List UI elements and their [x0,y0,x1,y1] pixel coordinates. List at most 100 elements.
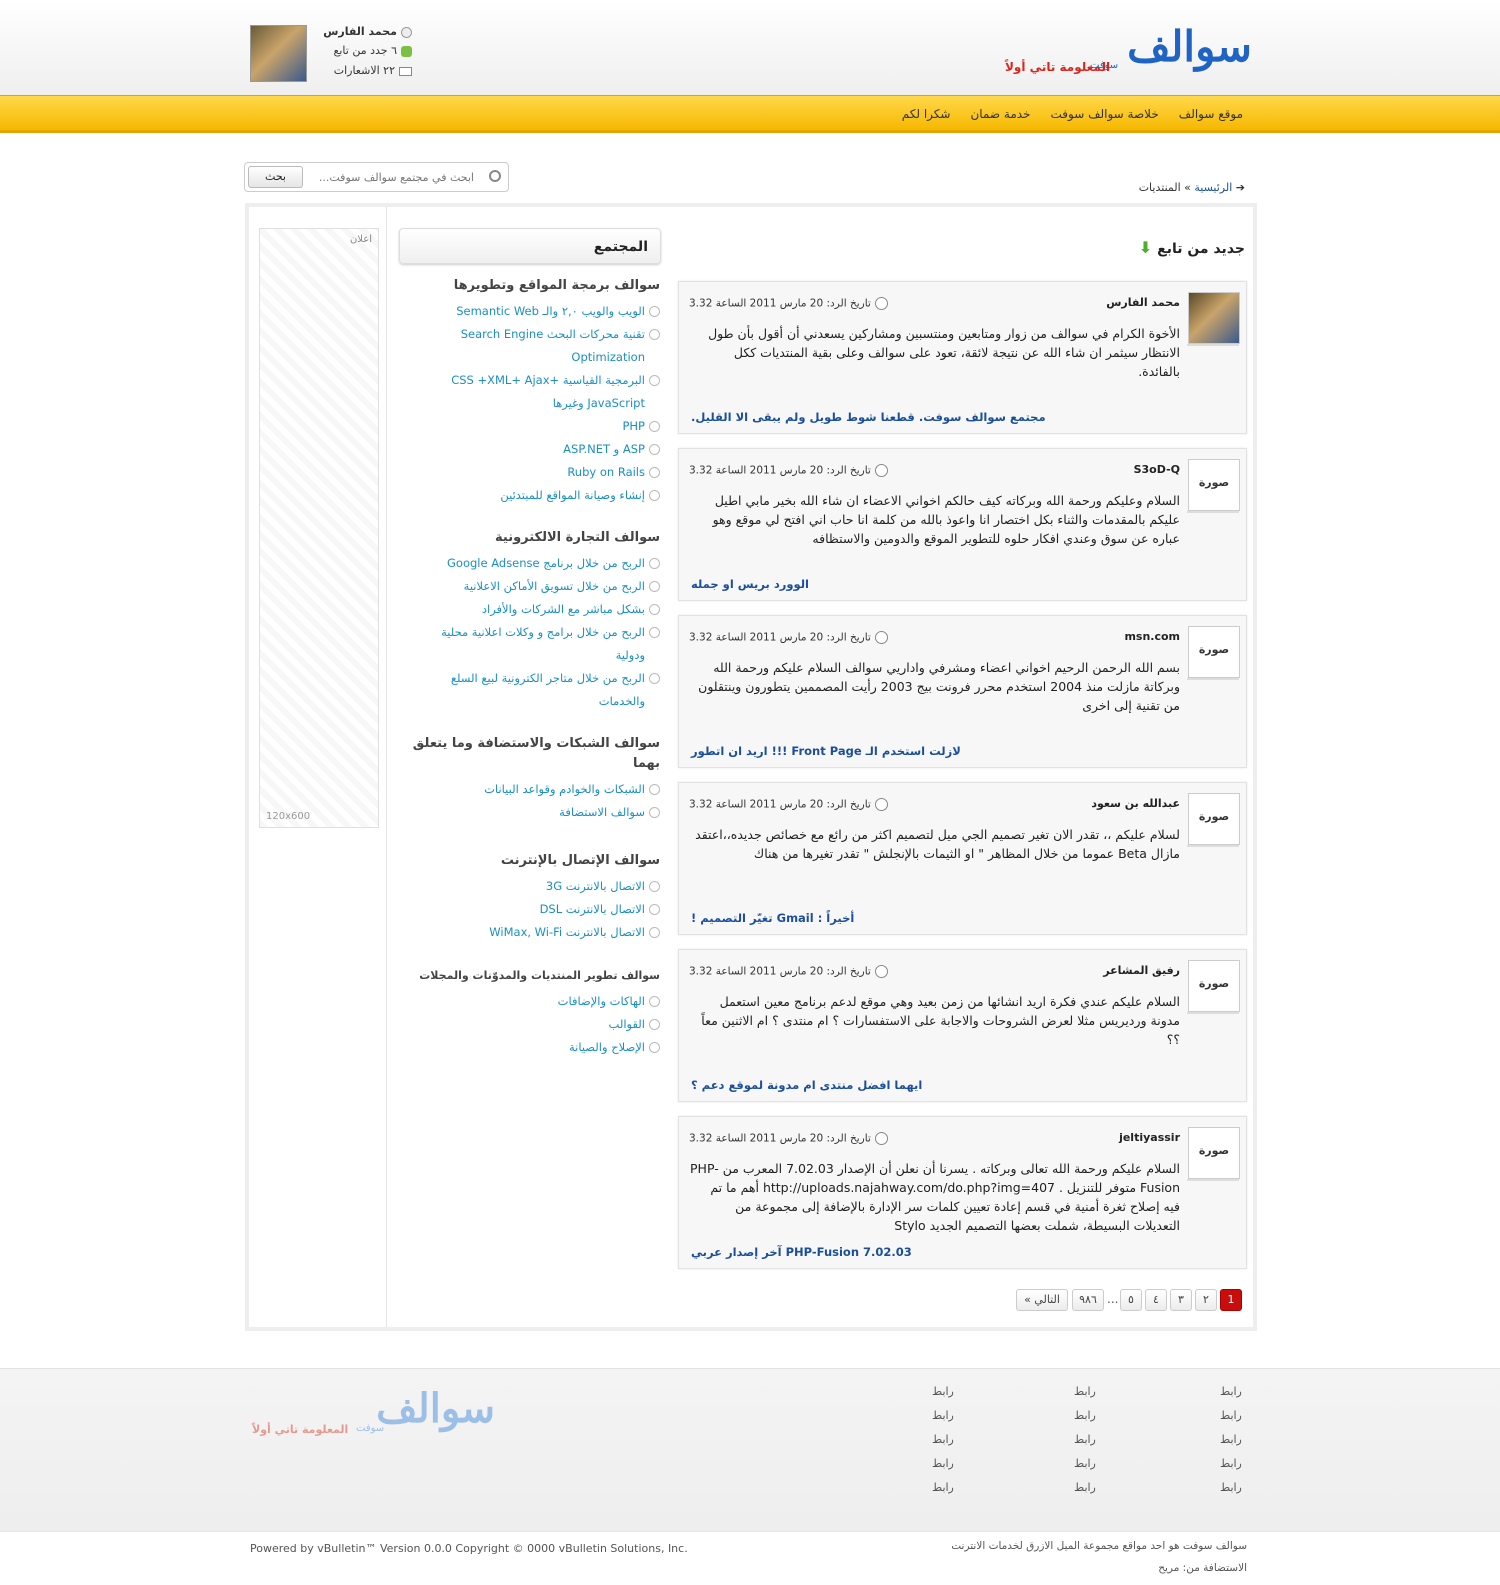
footer-logo-tagline: المعلومة تاتي أولاً [252,1423,349,1436]
footer-link[interactable]: رابط [1220,1409,1242,1422]
user-name-row[interactable]: محمد الفارس [323,25,412,38]
avatar-placeholder-label: صورة [1198,643,1230,656]
author-avatar[interactable]: صورة [1187,793,1240,847]
community-group-forums: سوالف تطوير المنتديات والمدوّنات والمجلا… [410,966,660,1059]
post-title-link[interactable]: الوورد بريس او جمله [691,577,809,591]
clock-icon [874,798,888,811]
post-card: صورة S3oD-Q تاريخ الرد: 20 مارس 2011 الس… [678,448,1247,601]
post-author[interactable]: msn.com [1124,630,1180,643]
post-title-link[interactable]: لازلت استخدم الـ Front Page !!! اريد ان … [691,744,961,758]
post-date: تاريخ الرد: 20 مارس 2011 الساعة 3.32 [689,631,888,644]
page-current[interactable]: 1 [1220,1289,1242,1311]
search-button[interactable]: بحث [248,166,303,188]
ad-banner[interactable]: اعلان 120x600 [259,228,379,828]
post-author[interactable]: محمد الفارس [1106,296,1180,309]
network-text: سوالف سوفت هو احد مواقع مجموعة الميل الا… [951,1540,1247,1552]
avatar-placeholder-label: صورة [1198,977,1230,990]
forum-link[interactable]: الربح من خلال تسويق الأماكن الاعلانية [410,575,660,598]
footer-link[interactable]: رابط [1074,1409,1096,1422]
page-link[interactable]: ٥ [1120,1289,1142,1311]
post-title-link[interactable]: أخيراً : Gmail تغيّر التصميم ! [691,911,854,925]
page-last[interactable]: ٩٨٦ [1072,1289,1104,1311]
post-title-link[interactable]: مجتمع سوالف سوفت. قطعنا شوط طويل ولم يبق… [691,410,1046,424]
feed-title: جديد من تابع ⬇ [1138,238,1245,257]
footer-link[interactable]: رابط [1074,1433,1096,1446]
clock-icon [874,631,888,644]
avatar[interactable] [250,25,307,82]
search-input[interactable] [309,167,479,187]
post-author[interactable]: jeltiyassir [1119,1131,1180,1144]
nav-item-digest[interactable]: خلاصة سوالف سوفت [1050,107,1158,121]
avatar-placeholder-label: صورة [1198,476,1230,489]
ad-label: اعلان [349,234,372,245]
hosting-text[interactable]: الاستضافة من: مريح [1158,1562,1247,1574]
footer-link[interactable]: رابط [932,1409,954,1422]
post-author[interactable]: رفيق المشاعر [1103,964,1180,977]
back-arrow-icon[interactable]: ➔ [1236,181,1245,194]
page-link[interactable]: ٢ [1195,1289,1217,1311]
post-author[interactable]: عبدالله بن سعود [1091,797,1180,810]
post-title-link[interactable]: ايهما افضل منتدى ام مدونة لموقع دعم ؟ [691,1078,922,1092]
avatar-placeholder-label: صورة [1198,810,1230,823]
footer-link[interactable]: رابط [1074,1481,1096,1494]
breadcrumb-home[interactable]: الرئيسية [1194,181,1232,194]
post-card: صورة رفيق المشاعر تاريخ الرد: 20 مارس 20… [678,949,1247,1102]
community-group-webdev: سوالف برمجة المواقع وتطويرها الويب والوي… [410,276,660,507]
forum-link[interactable]: PHP [410,415,660,438]
page-link[interactable]: ٤ [1145,1289,1167,1311]
notifications-count: ٢٢ الاشعارات [333,64,395,77]
forum-link[interactable]: تقنية محركات البحث Search Engine Optimiz… [410,323,660,369]
forum-link[interactable]: الربح من خلال برنامج Google Adsense [410,552,660,575]
forum-link[interactable]: Ruby on Rails [410,461,660,484]
author-avatar[interactable]: صورة [1187,1127,1240,1181]
author-avatar[interactable]: صورة [1187,960,1240,1014]
new-follow-row[interactable]: ٦ جدد من تابع [334,44,412,57]
author-avatar[interactable]: صورة [1187,626,1240,680]
new-follow-count: ٦ جدد من تابع [333,44,397,57]
nav-item-thanks[interactable]: شكرا لكم [902,107,951,121]
forum-link[interactable]: بشكل مباشر مع الشركات والأفراد [410,598,660,621]
post-body: السلام عليكم ورحمة الله تعالى وبركاته . … [690,1161,1180,1233]
footer-link[interactable]: رابط [1220,1385,1242,1398]
post-date: تاريخ الرد: 20 مارس 2011 الساعة 3.32 [689,965,888,978]
footer-link[interactable]: رابط [932,1481,954,1494]
page-next[interactable]: التالي » [1016,1289,1068,1311]
post-card: صورة jeltiyassir تاريخ الرد: 20 مارس 201… [678,1116,1247,1269]
forum-link[interactable]: الاتصال بالانترنت 3G [410,875,660,898]
nav-item-guarantee[interactable]: خدمة ضمان [970,107,1030,121]
footer-link[interactable]: رابط [932,1433,954,1446]
footer-link[interactable]: رابط [1220,1433,1242,1446]
forum-link[interactable]: الإصلاح والصيانة [410,1036,660,1059]
notifications-row[interactable]: ٢٢ الاشعارات [334,64,412,77]
forum-link[interactable]: الهاكات والإضافات [410,990,660,1013]
post-author[interactable]: S3oD-Q [1134,463,1180,476]
footer-link[interactable]: رابط [932,1457,954,1470]
author-avatar[interactable]: صورة [1187,459,1240,513]
community-group-ecommerce: سوالف التجارة الالكترونية الربح من خلال … [410,528,660,713]
post-title-link[interactable]: PHP-Fusion 7.02.03 آخر إصدار عربي [691,1245,912,1259]
site-logo[interactable]: سوالف سوفت المعلومة تاتي أولاً [1000,22,1254,82]
forum-link[interactable]: الويب والويب ٢,٠ والـ Semantic Web [410,300,660,323]
footer-link[interactable]: رابط [1220,1481,1242,1494]
post-date: تاريخ الرد: 20 مارس 2011 الساعة 3.32 [689,464,888,477]
footer-link[interactable]: رابط [932,1385,954,1398]
author-avatar[interactable] [1187,292,1240,346]
forum-link[interactable]: الاتصال بالانترنت WiMax, Wi-Fi [410,921,660,944]
forum-link[interactable]: سوالف الاستضافة [410,801,660,824]
page-link[interactable]: ٣ [1170,1289,1192,1311]
footer-logo-sub: سوفت [356,1423,385,1434]
footer-link[interactable]: رابط [1220,1457,1242,1470]
nav-item-site[interactable]: موقع سوالف [1179,107,1243,121]
forum-link[interactable]: ASP و ASP.NET [410,438,660,461]
forum-link[interactable]: الاتصال بالانترنت DSL [410,898,660,921]
forum-link[interactable]: البرمجية القياسية CSS +XML+ Ajax+ JavaSc… [410,369,660,415]
footer-logo[interactable]: سوالف سوفت المعلومة تاتي أولاً [250,1385,497,1440]
forum-link[interactable]: الربح من خلال متاجر الكترونية لبيع السلع… [410,667,660,713]
forum-link[interactable]: إنشاء وصيانة المواقع للمبتدئين [410,484,660,507]
forum-link[interactable]: الربح من خلال برامج و وكلات اعلانية محلي… [410,621,660,667]
footer-link[interactable]: رابط [1074,1457,1096,1470]
footer-link[interactable]: رابط [1074,1385,1096,1398]
forum-link[interactable]: الشبكات والخوادم وقواعد البيانات [410,778,660,801]
envelope-icon [399,66,412,76]
forum-link[interactable]: القوالب [410,1013,660,1036]
